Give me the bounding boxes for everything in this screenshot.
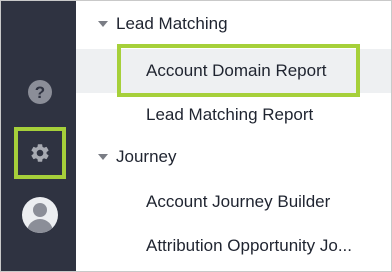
tree-item-label: Lead Matching Report: [146, 105, 314, 124]
report-tree: Lead Matching Account Domain Report Lead…: [76, 1, 391, 271]
group-label: Lead Matching: [116, 14, 228, 33]
help-button[interactable]: ?: [14, 66, 66, 118]
user-avatar-icon: [22, 197, 58, 233]
group-journey[interactable]: Journey: [76, 142, 391, 172]
tree-item-label: Account Journey Builder: [146, 192, 331, 211]
group-lead-matching[interactable]: Lead Matching: [76, 9, 391, 39]
caret-down-icon[interactable]: [98, 21, 108, 27]
app-frame: ? Lead Matching Account Domain Report Le…: [0, 0, 392, 272]
tree-item-attribution-opportunity-journey[interactable]: Attribution Opportunity Jo...: [76, 224, 391, 268]
user-avatar-button[interactable]: [14, 189, 66, 241]
tree-item-label: Account Domain Report: [146, 61, 327, 80]
caret-down-icon[interactable]: [98, 154, 108, 160]
question-circle-icon: ?: [28, 80, 52, 104]
avatar-body: [27, 219, 53, 233]
group-label: Journey: [116, 147, 177, 166]
settings-button[interactable]: [14, 127, 66, 179]
tree-item-label: Attribution Opportunity Jo...: [146, 236, 352, 255]
tree-item-lead-matching-report[interactable]: Lead Matching Report: [76, 93, 391, 137]
tree-item-account-journey-builder[interactable]: Account Journey Builder: [76, 180, 391, 224]
tree-item-account-domain-report[interactable]: Account Domain Report: [76, 49, 391, 93]
gear-icon: [31, 144, 49, 162]
avatar-head: [33, 203, 47, 217]
left-nav-rail: ?: [1, 1, 76, 271]
